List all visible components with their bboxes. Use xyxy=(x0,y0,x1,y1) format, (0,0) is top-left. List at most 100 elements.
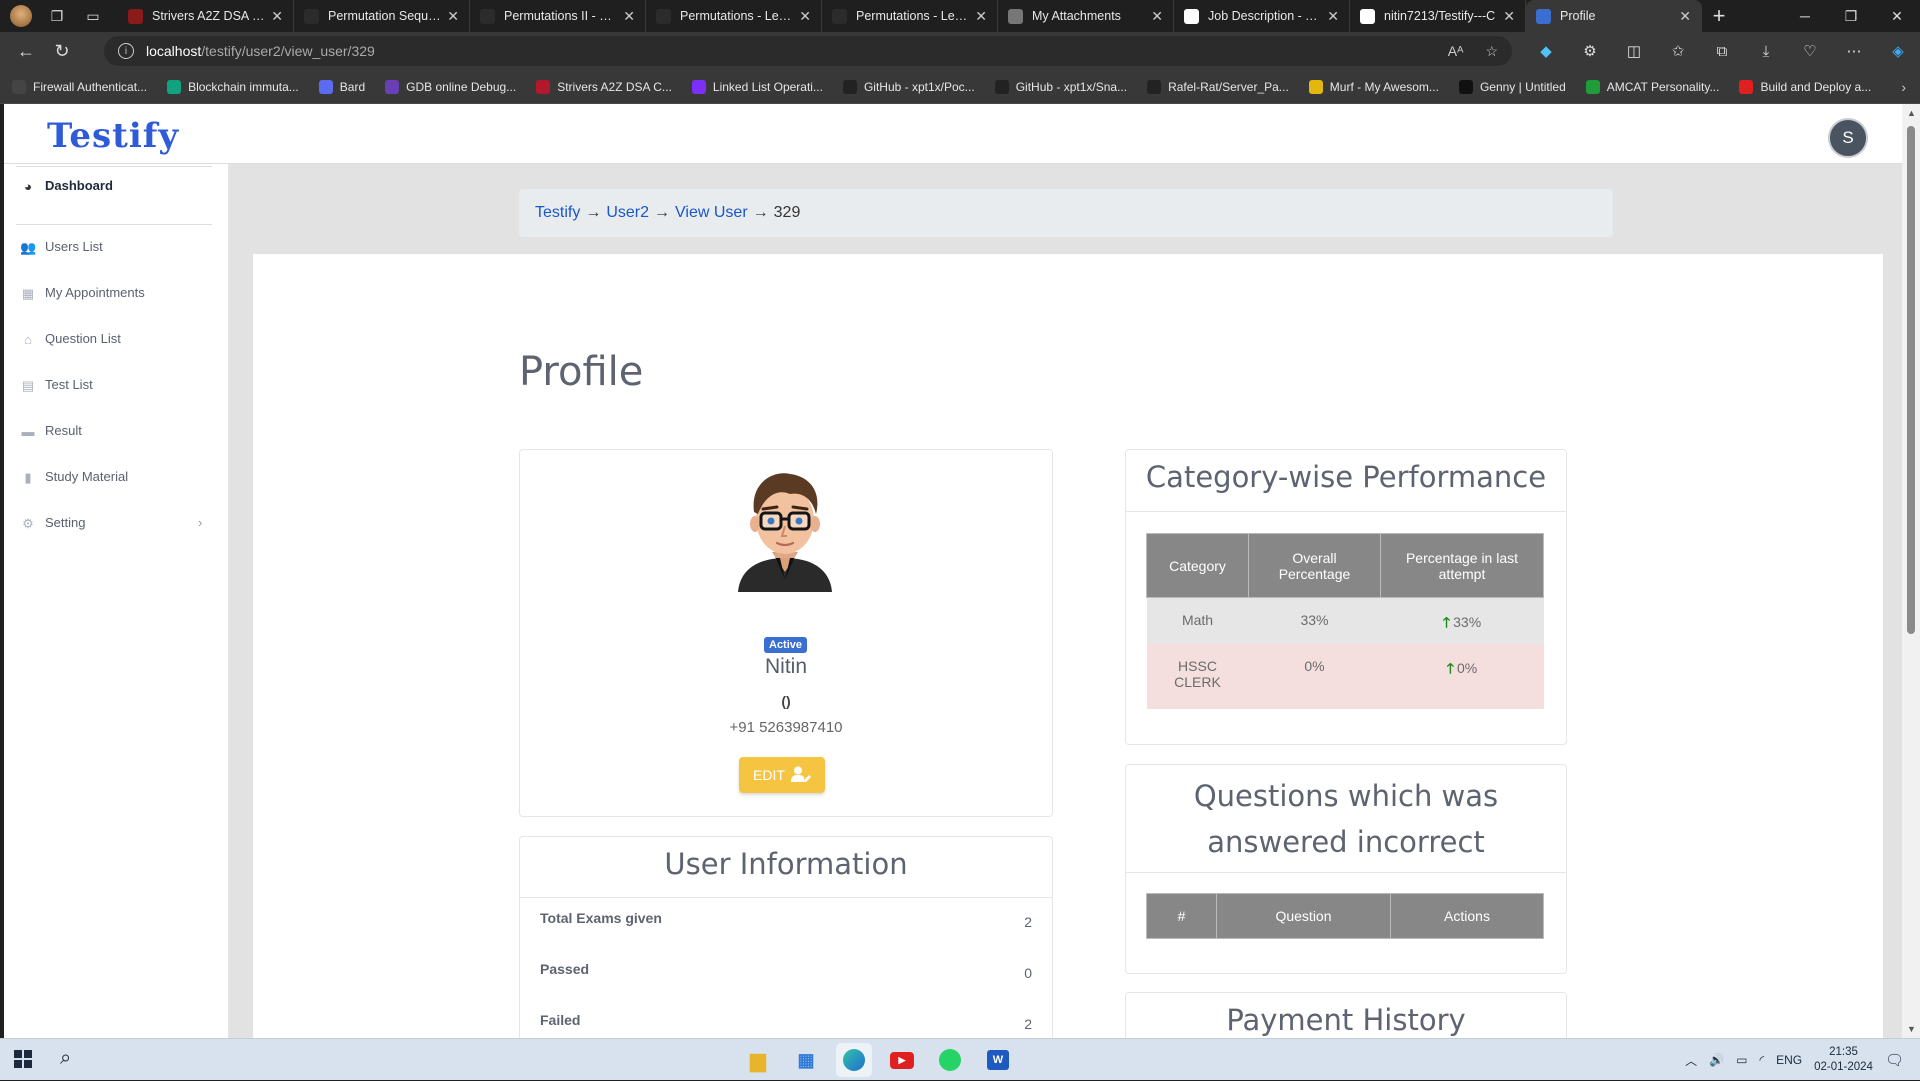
language-indicator[interactable]: ENG xyxy=(1776,1053,1802,1067)
refresh-icon[interactable]: ↻ xyxy=(44,36,80,66)
edge-browser-icon[interactable] xyxy=(836,1043,872,1077)
bookmark-item[interactable]: Blockchain immuta... xyxy=(167,79,299,94)
browser-tab[interactable]: nitin7213/Testify---C ✕ xyxy=(1350,0,1526,32)
vpn-icon[interactable]: ◆ xyxy=(1524,42,1568,60)
browser-tab[interactable]: Job Description - T-S ✕ xyxy=(1174,0,1350,32)
favorites-icon[interactable]: ✩ xyxy=(1656,42,1700,60)
browser-tab[interactable]: Permutation Sequenc ✕ xyxy=(294,0,470,32)
user-menu-avatar[interactable]: S xyxy=(1828,118,1868,158)
browser-tab[interactable]: Permutations - LeetC ✕ xyxy=(646,0,822,32)
book-icon: ▮ xyxy=(24,469,32,485)
copilot-icon[interactable]: ◈ xyxy=(1876,42,1920,60)
sidebar-item-setting[interactable]: ⚙ Setting › xyxy=(20,515,202,531)
youtube-icon[interactable]: ▶ xyxy=(884,1043,920,1077)
split-screen-icon[interactable]: ◫ xyxy=(1612,42,1656,60)
notifications-icon[interactable]: 🗨 xyxy=(1885,1051,1904,1069)
bookmark-item[interactable]: Linked List Operati... xyxy=(691,79,823,94)
user-phone: +91 5263987410 xyxy=(729,719,843,736)
whatsapp-icon[interactable] xyxy=(932,1043,968,1077)
microsoft-store-icon[interactable]: ▦ xyxy=(788,1043,824,1077)
col-header-actions: Actions xyxy=(1390,893,1544,939)
favorite-star-icon[interactable]: ☆ xyxy=(1485,43,1498,60)
minimize-icon[interactable]: ─ xyxy=(1782,0,1828,32)
browser-tab[interactable]: My Attachments ✕ xyxy=(998,0,1174,32)
bookmark-item[interactable]: Build and Deploy a... xyxy=(1739,79,1871,94)
url-host: localhost xyxy=(146,43,202,59)
testify-icon xyxy=(1536,8,1551,24)
page-scrollbar[interactable]: ▲ ▼ xyxy=(1902,104,1920,1038)
tab-close-icon[interactable]: ✕ xyxy=(1327,8,1339,25)
edit-profile-button[interactable]: EDIT xyxy=(739,757,825,793)
windows-start-icon[interactable] xyxy=(14,1050,32,1068)
breadcrumb-link-view-user[interactable]: View User xyxy=(675,204,748,222)
breadcrumb-link-testify[interactable]: Testify xyxy=(535,204,580,222)
collections-icon[interactable]: ⧉ xyxy=(1700,43,1744,60)
address-bar[interactable]: i localhost/testify/user2/view_user/329 … xyxy=(104,36,1512,66)
bookmark-item[interactable]: Rafel-Rat/Server_Pa... xyxy=(1147,79,1289,94)
tab-actions-icon[interactable]: ▭ xyxy=(82,5,104,27)
sidebar-item-result[interactable]: ▬ Result xyxy=(20,423,82,439)
wifi-icon[interactable]: ◜ xyxy=(1759,1053,1764,1067)
volume-icon[interactable]: 🔊 xyxy=(1709,1053,1724,1067)
performance-icon[interactable]: ♡ xyxy=(1788,42,1832,60)
bookmark-item[interactable]: Bard xyxy=(318,79,365,94)
more-menu-icon[interactable]: ⋯ xyxy=(1832,42,1876,60)
leetcode-icon xyxy=(480,8,495,24)
downloads-icon[interactable]: ⤓ xyxy=(1744,43,1788,60)
last-attempt-value: 33% xyxy=(1453,614,1482,630)
bookmarks-overflow-icon[interactable]: › xyxy=(1901,79,1906,95)
tab-close-icon[interactable]: ✕ xyxy=(975,8,987,25)
profile-avatar-icon[interactable] xyxy=(10,5,32,27)
bookmark-item[interactable]: Genny | Untitled xyxy=(1458,79,1566,94)
read-aloud-icon[interactable]: Aᴬ xyxy=(1448,43,1464,60)
browser-tab[interactable]: Strivers A2Z DSA Co ✕ xyxy=(118,0,294,32)
sidebar-item-my-appointments[interactable]: ▦ My Appointments xyxy=(20,285,145,301)
sidebar-item-dashboard[interactable]: ◕ Dashboard xyxy=(20,178,113,194)
app-logo[interactable]: Testify xyxy=(47,116,179,156)
sidebar-item-test-list[interactable]: ▤ Test List xyxy=(20,377,93,393)
sidebar-item-study-material[interactable]: ▮ Study Material xyxy=(20,469,128,485)
site-info-icon[interactable]: i xyxy=(118,43,134,59)
bookmark-item[interactable]: AMCAT Personality... xyxy=(1585,79,1719,94)
search-icon[interactable]: ⌕ xyxy=(60,1047,71,1070)
bookmark-item[interactable]: Strivers A2Z DSA C... xyxy=(536,79,672,94)
browser-tab[interactable]: Permutations II - Lee ✕ xyxy=(470,0,646,32)
extensions-icon[interactable]: ⚙ xyxy=(1568,42,1612,60)
tab-close-icon[interactable]: ✕ xyxy=(1679,8,1691,25)
scroll-down-icon[interactable]: ▼ xyxy=(1907,1024,1916,1034)
browser-tab[interactable]: Permutations - LeetC ✕ xyxy=(822,0,998,32)
file-explorer-icon[interactable]: ▆ xyxy=(740,1043,776,1077)
breadcrumb-link-user2[interactable]: User2 xyxy=(606,204,649,222)
tray-chevron-icon[interactable]: ︿ xyxy=(1685,1052,1697,1069)
bookmark-favicon-icon xyxy=(1147,79,1162,94)
close-window-icon[interactable]: ✕ xyxy=(1874,0,1920,32)
bookmark-favicon-icon xyxy=(994,79,1009,94)
battery-icon[interactable]: ▭ xyxy=(1736,1053,1747,1067)
scrollbar-thumb[interactable] xyxy=(1907,126,1915,634)
tab-close-icon[interactable]: ✕ xyxy=(1151,8,1163,25)
col-header-number: # xyxy=(1146,893,1217,939)
bookmark-item[interactable]: GitHub - xpt1x/Poc... xyxy=(842,79,975,94)
new-tab-button[interactable]: + xyxy=(1702,3,1736,29)
browser-tab[interactable]: Profile ✕ xyxy=(1526,0,1702,32)
tab-close-icon[interactable]: ✕ xyxy=(623,8,635,25)
sidebar-item-question-list[interactable]: ⌂ Question List xyxy=(20,331,121,347)
tab-close-icon[interactable]: ✕ xyxy=(271,8,283,25)
bookmark-item[interactable]: Murf - My Awesom... xyxy=(1308,79,1439,94)
chevron-right-icon: › xyxy=(198,515,203,530)
clock[interactable]: 21:35 02-01-2024 xyxy=(1814,1045,1873,1075)
tab-close-icon[interactable]: ✕ xyxy=(447,8,459,25)
profile-card: Active Nitin () +91 5263987410 EDIT xyxy=(519,449,1053,817)
scroll-up-icon[interactable]: ▲ xyxy=(1907,108,1916,118)
word-icon[interactable]: W xyxy=(980,1043,1016,1077)
restore-icon[interactable]: ❐ xyxy=(1828,0,1874,32)
bookmark-favicon-icon xyxy=(1308,79,1323,94)
bookmark-item[interactable]: GitHub - xpt1x/Sna... xyxy=(994,79,1127,94)
sidebar-item-users-list[interactable]: 👥 Users List xyxy=(20,239,103,255)
bookmark-item[interactable]: GDB online Debug... xyxy=(385,79,516,94)
bookmark-item[interactable]: Firewall Authenticat... xyxy=(12,79,147,94)
workspaces-icon[interactable]: ❐ xyxy=(46,5,68,27)
back-icon[interactable]: ← xyxy=(8,36,44,66)
tab-close-icon[interactable]: ✕ xyxy=(1503,8,1515,25)
tab-close-icon[interactable]: ✕ xyxy=(799,8,811,25)
